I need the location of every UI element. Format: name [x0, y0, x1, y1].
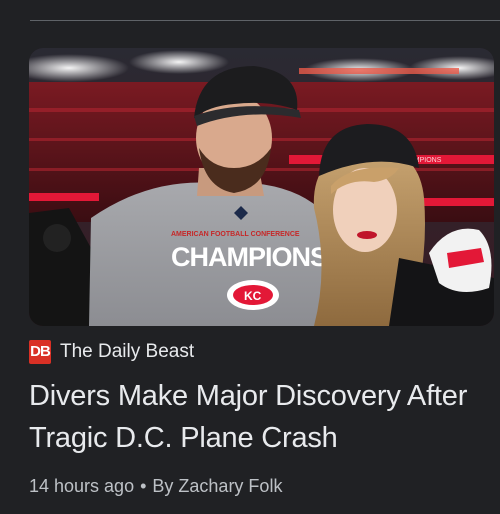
source-name: The Daily Beast: [60, 341, 195, 362]
news-card[interactable]: CHAMPIONS AMERICAN FOOTBALL CONFERENCE C…: [0, 0, 500, 514]
time-ago: 14 hours ago: [29, 476, 135, 496]
shirt-conference-text: AMERICAN FOOTBALL CONFERENCE: [171, 231, 300, 238]
article-meta: 14 hours ago • By Zachary Folk: [29, 473, 282, 499]
meta-separator: •: [140, 476, 147, 496]
thumbnail-photo: CHAMPIONS AMERICAN FOOTBALL CONFERENCE C…: [29, 48, 494, 326]
shirt-champions-text: CHAMPIONS: [171, 242, 327, 272]
article-headline[interactable]: Divers Make Major Discovery After Tragic…: [29, 375, 489, 459]
article-thumbnail[interactable]: CHAMPIONS AMERICAN FOOTBALL CONFERENCE C…: [29, 48, 494, 326]
byline: By Zachary Folk: [152, 476, 283, 496]
svg-text:KC: KC: [244, 289, 262, 303]
source-row[interactable]: DB The Daily Beast: [29, 339, 194, 365]
daily-beast-logo-icon: DB: [29, 340, 51, 364]
top-divider: [30, 20, 500, 21]
